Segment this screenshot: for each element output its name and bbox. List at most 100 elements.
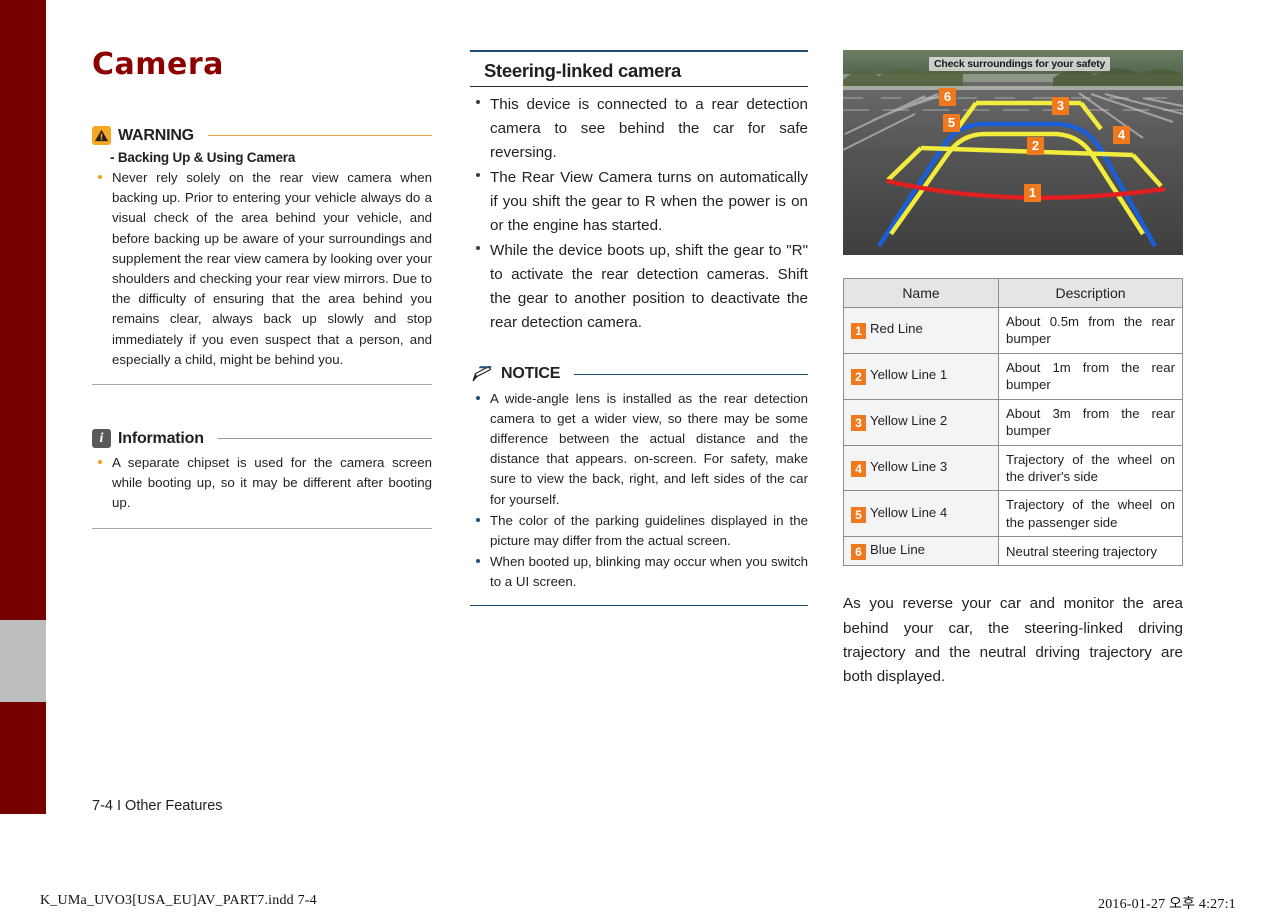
warning-bottom-divider [92, 384, 432, 386]
row-number-chip: 2 [851, 369, 866, 386]
list-item-text: The color of the parking guidelines disp… [490, 512, 808, 549]
row-name-text: Blue Line [870, 542, 925, 558]
information-rule [217, 438, 432, 440]
warning-subheading: - Backing Up & Using Camera [110, 150, 296, 165]
table-row: 6 Blue Line Neutral steering trajectory [843, 536, 1183, 567]
notice-callout: NOTICE A wide-angle lens is installed as… [470, 365, 808, 607]
table-row: 3 Yellow Line 2 About 3m from the rear bu… [843, 398, 1183, 446]
closing-paragraph: As you reverse your car and monitor the … [843, 595, 1183, 686]
table-row: 1 Red Line About 0.5m from the rear bumpe… [843, 307, 1183, 354]
row-name-text: Yellow Line 1 [870, 367, 948, 383]
page-number-footer: 7-4 I Other Features [92, 798, 223, 814]
section-heading: Steering-linked camera [484, 59, 681, 81]
information-bullet-list: A separate chipset is used for the camer… [92, 453, 432, 514]
information-callout-header: i Information [92, 429, 432, 449]
table-row: 2 Yellow Line 1 About 1m from the rear bu… [843, 352, 1183, 400]
row-number-chip: 3 [851, 415, 866, 432]
figure-marker-5: 5 [943, 114, 960, 132]
column-left: Camera WARNING - Backing Up & Using Came… [92, 50, 432, 529]
list-item: When booted up, blinking may occur when … [470, 552, 808, 592]
table-cell-description: Neutral steering trajectory [998, 536, 1183, 567]
list-item-text: A wide-angle lens is installed as the re… [490, 390, 808, 507]
print-timestamp-footer: 2016-01-27 오후 4:27:1 [1098, 897, 1236, 912]
print-filename-footer: K_UMa_UVO3[USA_EU]AV_PART7.indd 7-4 [40, 893, 317, 908]
list-item-text: When booted up, blinking may occur when … [490, 554, 808, 590]
list-item: Never rely solely on the rear view camer… [92, 168, 432, 370]
list-item: While the device boots up, shift the gea… [470, 239, 808, 335]
warning-callout: WARNING - Backing Up & Using Camera Neve… [92, 126, 432, 386]
section-top-rule [470, 50, 808, 52]
list-item-text: While the device boots up, shift the gea… [490, 241, 808, 331]
table-cell-description: About 0.5m from the rear bumper [998, 307, 1183, 354]
figure-marker-2: 2 [1027, 137, 1044, 155]
row-name-text: Yellow Line 2 [870, 413, 948, 429]
info-icon: i [92, 429, 111, 449]
camera-scene-graphic [843, 50, 1183, 255]
table-row: 4 Yellow Line 3 Trajectory of the wheel o… [843, 444, 1183, 492]
notice-bottom-rule [470, 604, 808, 607]
row-name-text: Yellow Line 4 [870, 504, 948, 520]
list-item-text: Never rely solely on the rear view camer… [112, 170, 432, 367]
bullet-dot-icon [476, 246, 480, 251]
table-cell-description: Trajectory of the wheel on the passenger… [998, 490, 1183, 538]
table-header-row: Name Description [843, 278, 1183, 308]
section-bottom-rule [470, 85, 808, 87]
information-callout: i Information A separate chipset is used… [92, 429, 432, 529]
figure-marker-6: 6 [939, 88, 956, 106]
column-right: Check surroundings for your safety 1 2 3… [843, 50, 1183, 705]
guideline-legend-table: Name Description 1 Red Line About 0.5m fr… [843, 278, 1183, 567]
row-name-text: Red Line [870, 321, 923, 337]
notice-callout-title: NOTICE [501, 365, 561, 383]
notice-rule [574, 373, 808, 375]
row-number-chip: 4 [851, 460, 866, 477]
warning-callout-header: WARNING [92, 126, 432, 145]
column-middle: Steering-linked camera This device is co… [470, 50, 808, 607]
table-cell-description: About 1m from the rear bumper [998, 352, 1183, 400]
list-item: This device is connected to a rear detec… [470, 93, 808, 165]
list-item: The color of the parking guidelines disp… [470, 511, 808, 551]
bullet-dot-icon [98, 459, 102, 464]
osd-warning-label: Check surroundings for your safety [929, 57, 1111, 71]
table-cell-name: 2 Yellow Line 1 [843, 352, 999, 400]
table-cell-name: 3 Yellow Line 2 [843, 398, 999, 446]
warning-triangle-icon [92, 126, 111, 145]
steering-camera-bullet-list: This device is connected to a rear detec… [470, 93, 808, 335]
table-cell-name: 1 Red Line [843, 307, 999, 354]
row-number-chip: 5 [851, 506, 866, 523]
bullet-dot-icon [476, 173, 480, 178]
table-row: 5 Yellow Line 4 Trajectory of the wheel o… [843, 490, 1183, 538]
row-name-text: Yellow Line 3 [870, 458, 948, 474]
list-item-text: This device is connected to a rear detec… [490, 95, 808, 161]
table-cell-name: 6 Blue Line [843, 536, 999, 567]
notice-callout-header: NOTICE [470, 365, 808, 384]
table-cell-description: Trajectory of the wheel on the driver's … [998, 444, 1183, 492]
table-cell-name: 5 Yellow Line 4 [843, 490, 999, 538]
figure-marker-1: 1 [1024, 184, 1041, 202]
row-number-chip: 6 [851, 544, 866, 561]
list-item: A separate chipset is used for the camer… [92, 453, 432, 514]
table-header-description: Description [998, 278, 1183, 308]
warning-rule [207, 135, 432, 136]
table-cell-description: About 3m from the rear bumper [998, 398, 1183, 446]
bullet-dot-icon [98, 174, 102, 179]
figure-marker-3: 3 [1052, 97, 1069, 115]
list-item: The Rear View Camera turns on automatica… [470, 166, 808, 238]
table-header-name: Name [843, 278, 999, 308]
notice-bullet-list: A wide-angle lens is installed as the re… [470, 389, 808, 593]
figure-marker-4: 4 [1113, 126, 1130, 144]
information-callout-title: Information [118, 429, 204, 447]
rear-camera-guideline-figure: Check surroundings for your safety 1 2 3… [843, 50, 1183, 255]
page-title: Camera [92, 47, 224, 82]
manual-page: Camera WARNING - Backing Up & Using Came… [0, 0, 1276, 913]
warning-bullet-list: Never rely solely on the rear view camer… [92, 168, 432, 370]
bullet-dot-icon [476, 517, 480, 522]
row-number-chip: 1 [851, 323, 866, 340]
list-item-text: The Rear View Camera turns on automatica… [490, 168, 808, 234]
bullet-dot-icon [476, 100, 480, 105]
warning-callout-title: WARNING [118, 126, 194, 144]
bullet-dot-icon [476, 395, 480, 400]
list-item: A wide-angle lens is installed as the re… [470, 389, 808, 510]
information-bottom-divider [92, 527, 432, 529]
pencil-notice-icon [470, 365, 494, 384]
table-cell-name: 4 Yellow Line 3 [843, 444, 999, 492]
